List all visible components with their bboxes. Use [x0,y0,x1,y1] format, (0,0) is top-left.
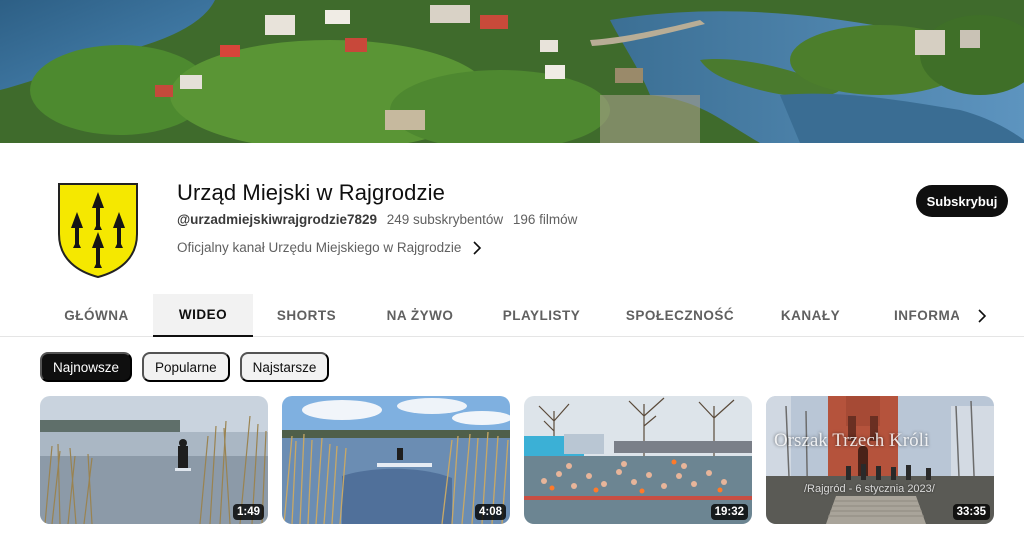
video-duration: 1:49 [232,504,264,520]
chevron-right-icon [473,240,482,255]
video-duration: 19:32 [710,504,748,520]
sort-chips: Najnowsze Popularne Najstarsze [40,352,330,382]
coat-of-arms-icon [58,183,138,279]
subscriber-count: 249 subskrybentów [386,212,504,227]
chip-newest[interactable]: Najnowsze [40,352,133,382]
banner-image [0,0,1024,143]
channel-name: Urząd Miejski w Rajgrodzie [177,180,445,205]
video-overlay-subtitle: /Rajgród - 6 stycznia 2023/ [804,483,935,495]
tab-playlisty[interactable]: PLAYLISTY [480,294,603,337]
video-overlay-title: Orszak Trzech Króli [774,430,930,451]
tab-wideo[interactable]: WIDEO [153,294,253,337]
video-count: 196 filmów [512,212,578,227]
channel-meta: @urzadmiejskiwrajgrodzie7829 249 subskry… [177,212,583,227]
channel-avatar[interactable] [57,182,139,279]
channel-tabs: GŁÓWNA WIDEO SHORTS NA ŻYWO PLAYLISTY SP… [40,294,1024,337]
subscribe-button[interactable]: Subskrybuj [916,185,1008,217]
video-duration: 4:08 [474,504,506,520]
tab-kanaly[interactable]: KANAŁY [757,294,864,337]
chip-popular[interactable]: Popularne [142,352,230,382]
video-thumbnail-3[interactable]: 19:32 [524,396,752,524]
channel-banner [0,0,1024,143]
tab-na-zywo[interactable]: NA ŻYWO [360,294,480,337]
tab-informacje[interactable]: INFORMACJE [886,294,959,337]
tab-spolecznosc[interactable]: SPOŁECZNOŚĆ [603,294,757,337]
chevron-right-icon[interactable] [974,307,990,325]
channel-description[interactable]: Oficjalny kanał Urzędu Miejskiego w Rajg… [177,240,483,255]
channel-handle: @urzadmiejskiwrajgrodzie7829 [177,212,377,227]
tab-glowna[interactable]: GŁÓWNA [40,294,153,337]
channel-description-text: Oficjalny kanał Urzędu Miejskiego w Rajg… [177,240,462,255]
video-thumbnail-4[interactable]: Orszak Trzech Króli /Rajgród - 6 styczni… [766,396,994,524]
video-thumbnail-2[interactable]: 4:08 [282,396,510,524]
video-thumbnail-1[interactable]: 1:49 [40,396,268,524]
tab-shorts[interactable]: SHORTS [253,294,360,337]
chip-oldest[interactable]: Najstarsze [239,352,330,382]
video-duration: 33:35 [952,504,990,520]
